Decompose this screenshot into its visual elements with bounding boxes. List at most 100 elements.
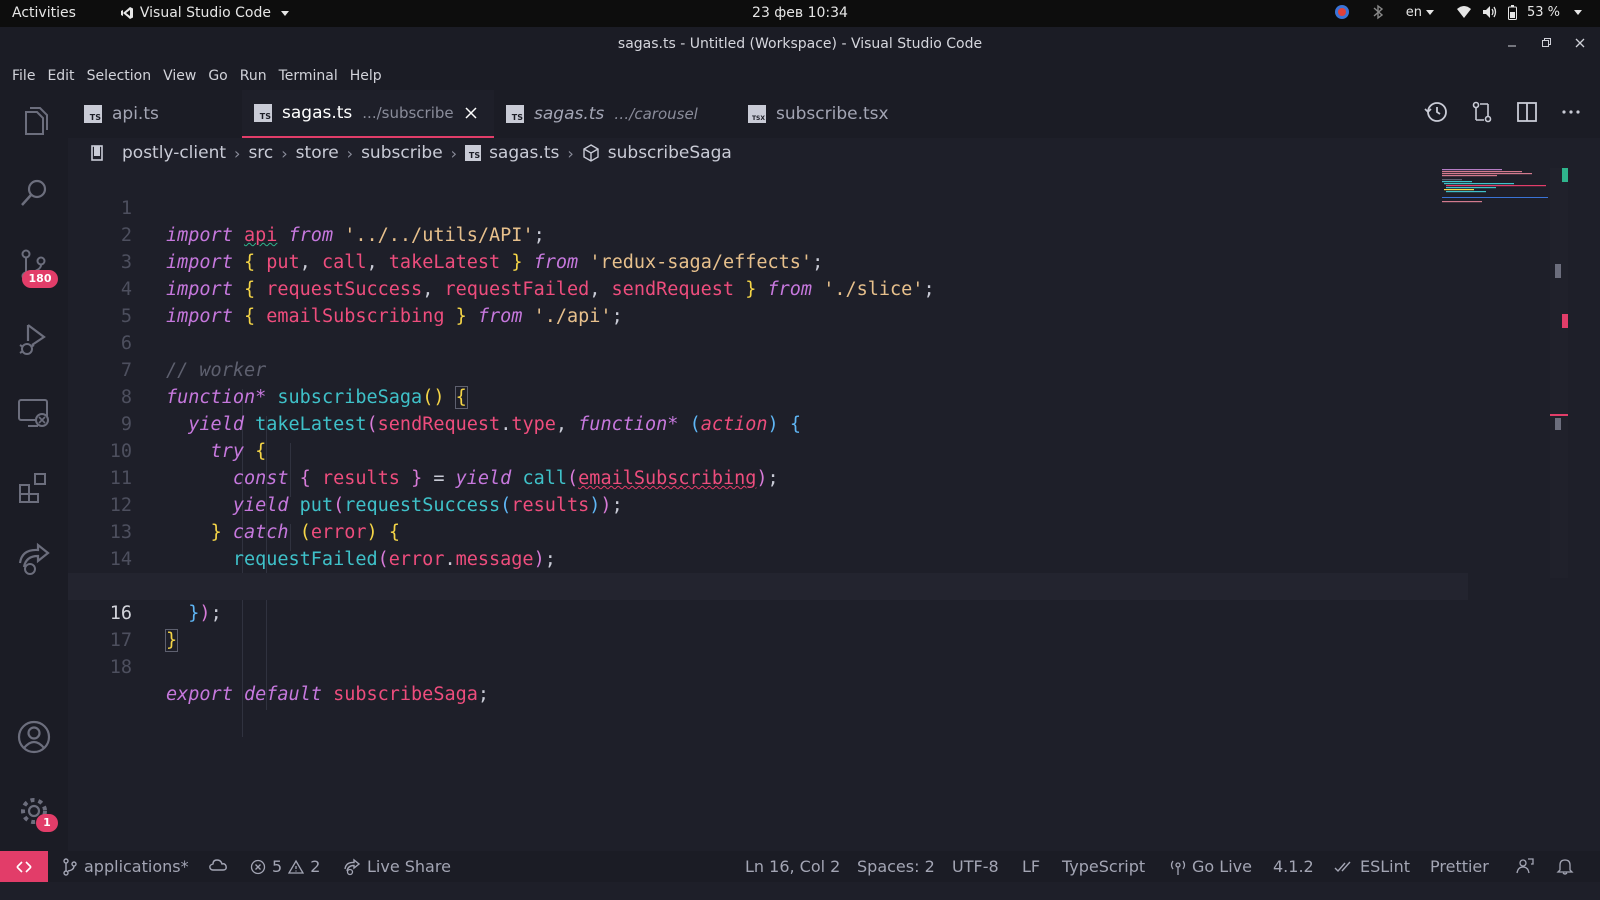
code-line: 8 yield takeLatest(sendRequest.type, fun… <box>68 357 1468 435</box>
search-icon <box>21 179 47 206</box>
typescript-file-icon: TS <box>465 145 482 161</box>
status-bar: applications* 5 2 Live Share Ln 16, Col … <box>0 851 1600 882</box>
breadcrumb-item[interactable]: sagas.ts <box>489 143 559 163</box>
encoding[interactable]: UTF-8 <box>952 857 999 876</box>
menu-edit[interactable]: Edit <box>41 68 80 84</box>
more-actions-icon[interactable] <box>1560 101 1582 123</box>
end-of-line[interactable]: LF <box>1022 857 1040 876</box>
menu-run[interactable]: Run <box>234 68 273 84</box>
debug-icon <box>19 324 46 355</box>
accounts-button[interactable] <box>15 718 53 756</box>
menu-bar: File Edit Selection View Go Run Terminal… <box>0 62 1600 90</box>
live-share-icon <box>344 858 361 875</box>
live-share-icon <box>18 542 50 575</box>
remote-explorer-icon <box>18 399 49 427</box>
account-icon <box>17 720 51 754</box>
menu-help[interactable]: Help <box>344 68 388 84</box>
tab-subscribe-tsx[interactable]: TSX subscribe.tsx <box>748 90 918 138</box>
compare-changes-icon[interactable] <box>1470 100 1494 124</box>
bluetooth-icon[interactable] <box>1372 4 1384 20</box>
code-editor[interactable]: 1 import api from '../../utils/API'; 2 i… <box>68 168 1540 858</box>
menu-view[interactable]: View <box>157 68 202 84</box>
notifications-button[interactable] <box>1556 857 1574 875</box>
typescript-file-icon: TS <box>254 104 272 122</box>
tab-sagas-subscribe[interactable]: TS sagas.ts .../subscribe <box>242 90 494 138</box>
eslint-status[interactable]: ESLint <box>1334 857 1410 876</box>
run-debug-button[interactable] <box>15 320 53 358</box>
remote-icon <box>16 860 32 873</box>
maximize-button[interactable] <box>1536 33 1556 53</box>
tsx-file-icon: TSX <box>748 105 766 123</box>
problems-indicator[interactable]: 5 2 <box>250 857 320 876</box>
breadcrumb-item[interactable]: subscribeSaga <box>608 143 732 163</box>
typescript-file-icon: TS <box>506 105 524 123</box>
close-icon <box>1575 38 1585 48</box>
chevron-right-icon: › <box>234 143 241 163</box>
code-line: 7 function* subscribeSaga() { <box>68 330 1468 409</box>
tab-api-ts[interactable]: TS api.ts <box>84 90 234 138</box>
branch-name: applications* <box>84 857 189 876</box>
search-button[interactable] <box>15 174 53 212</box>
timeline-icon[interactable] <box>1424 100 1448 124</box>
remote-explorer-button[interactable] <box>15 394 53 432</box>
code-line: 3 import { requestSuccess, requestFailed… <box>68 222 1468 300</box>
restore-icon <box>1542 38 1551 47</box>
prettier-status[interactable]: Prettier <box>1430 857 1489 876</box>
code-line: 18 export default subscribeSaga; <box>68 627 1468 705</box>
cursor-position[interactable]: Ln 16, Col 2 <box>745 857 840 876</box>
vscode-icon <box>120 7 133 19</box>
volume-icon <box>1482 6 1497 18</box>
minimap[interactable] <box>1440 168 1550 208</box>
tab-label: api.ts <box>112 104 159 124</box>
breadcrumb-item[interactable]: postly-client <box>122 143 226 163</box>
line-content: export default subscribeSaga; <box>166 684 490 705</box>
eslint-label: ESLint <box>1360 857 1411 876</box>
keyboard-layout[interactable]: en <box>1406 5 1434 20</box>
system-menu[interactable]: 53 % <box>1456 4 1582 20</box>
source-control-badge: 180 <box>22 270 58 288</box>
record-indicator-icon[interactable] <box>1334 4 1350 20</box>
language-mode[interactable]: TypeScript <box>1062 857 1145 876</box>
split-editor-icon[interactable] <box>1516 101 1538 123</box>
breadcrumb-item[interactable]: subscribe <box>361 143 443 163</box>
breadcrumb-item[interactable]: store <box>296 143 339 163</box>
extensions-icon <box>19 473 46 503</box>
tab-sagas-carousel[interactable]: TS sagas.ts …/carousel <box>506 90 726 138</box>
indentation[interactable]: Spaces: 2 <box>857 857 935 876</box>
check-all-icon <box>1334 861 1351 872</box>
chevron-right-icon: › <box>450 143 458 163</box>
feedback-button[interactable] <box>1516 857 1534 875</box>
go-live-button[interactable]: Go Live <box>1170 857 1252 876</box>
app-menu[interactable]: Visual Studio Code <box>120 5 290 21</box>
breadcrumb-item[interactable]: src <box>248 143 273 163</box>
code-line: 9 try { <box>68 384 1468 462</box>
menu-selection[interactable]: Selection <box>81 68 158 84</box>
bell-icon <box>1556 859 1574 875</box>
sync-button[interactable] <box>208 857 228 873</box>
close-icon[interactable] <box>464 106 478 120</box>
code-line: 5 <box>68 276 1468 327</box>
editor-tabs: TS api.ts TS sagas.ts .../subscribe TS s… <box>68 90 1600 138</box>
minimize-button[interactable] <box>1502 33 1522 53</box>
warning-count: 2 <box>310 857 321 876</box>
close-window-button[interactable] <box>1570 33 1590 53</box>
extensions-button[interactable] <box>15 468 53 506</box>
menu-go[interactable]: Go <box>202 68 233 84</box>
live-share-button[interactable]: Live Share <box>343 857 451 876</box>
scrollbar-marker <box>1562 168 1568 182</box>
editor-scrollbar[interactable] <box>1550 168 1568 578</box>
live-share-activity-button[interactable] <box>15 540 53 578</box>
error-icon <box>250 859 266 874</box>
branch-indicator[interactable]: applications* <box>62 857 189 876</box>
remote-indicator[interactable] <box>0 851 48 882</box>
explorer-button[interactable] <box>15 102 53 140</box>
code-line: 15 }); <box>68 546 1468 624</box>
chevron-down-icon <box>1574 9 1582 15</box>
live-share-label: Live Share <box>367 857 451 876</box>
typescript-file-icon: TS <box>84 105 102 123</box>
activities-button[interactable]: Activities <box>12 5 76 21</box>
menu-file[interactable]: File <box>6 68 41 84</box>
menu-terminal[interactable]: Terminal <box>273 68 344 84</box>
typescript-version[interactable]: 4.1.2 <box>1273 857 1314 876</box>
line-number: 18 <box>109 657 132 678</box>
